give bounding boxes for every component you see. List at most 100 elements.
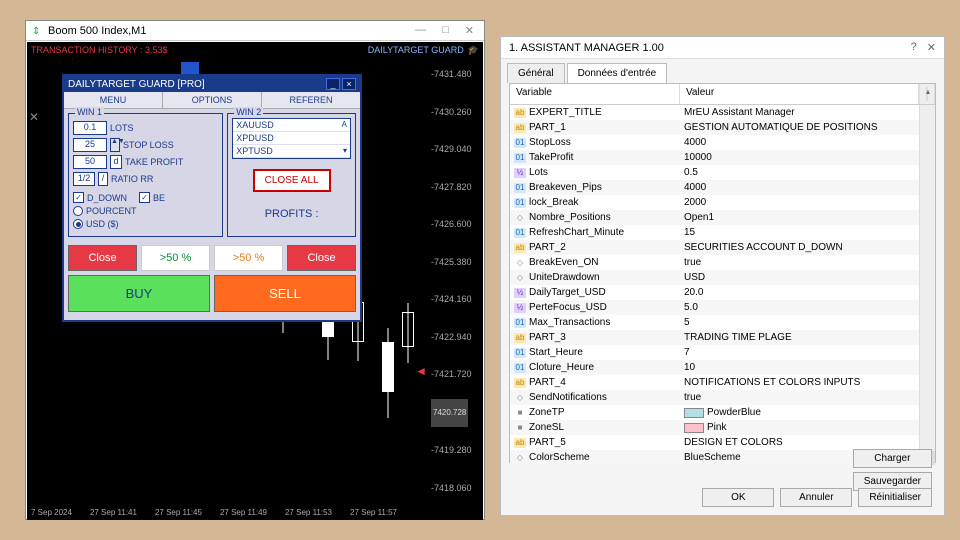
stoploss-stepper[interactable]: ▲▼ — [110, 138, 120, 152]
ratio-input[interactable]: 1/2 — [73, 172, 95, 186]
lots-label: LOTS — [110, 123, 134, 133]
close-button-left[interactable]: Close — [68, 245, 137, 271]
menu-tab[interactable]: MENU — [64, 92, 163, 108]
table-row[interactable]: ½DailyTarget_USD20.0 — [510, 285, 919, 300]
options-tab[interactable]: OPTIONS — [163, 92, 262, 108]
table-row[interactable]: ½PerteFocus_USD5.0 — [510, 300, 919, 315]
param-value[interactable]: 4000 — [684, 182, 706, 193]
close-all-button[interactable]: CLOSE ALL — [253, 169, 331, 192]
win2-fieldset: WIN 2 XAUUSDA XPDUSD XPTUSD▾ CLOSE ALL P… — [227, 113, 356, 237]
gt50-button-1[interactable]: >50 % — [141, 245, 210, 271]
param-value[interactable]: 7 — [684, 347, 690, 358]
col-variable[interactable]: Variable — [510, 84, 680, 104]
buy-button[interactable]: BUY — [68, 275, 210, 312]
param-name: ZoneSL — [529, 422, 564, 433]
tab-general[interactable]: Général — [507, 63, 565, 83]
sell-button[interactable]: SELL — [214, 275, 356, 312]
table-row[interactable]: 01Cloture_Heure10 — [510, 360, 919, 375]
close-assistant-button[interactable]: ✕ — [927, 41, 936, 54]
minimize-button[interactable]: — — [411, 24, 430, 37]
tp-unit[interactable]: d — [110, 155, 122, 169]
table-row[interactable]: abPART_5DESIGN ET COLORS — [510, 435, 919, 450]
guard-label: DAILYTARGET GUARD — [368, 45, 464, 55]
ddown-checkbox[interactable]: ✓ — [73, 192, 84, 203]
panel-close-icon[interactable]: × — [342, 78, 356, 90]
param-value[interactable]: 2000 — [684, 197, 706, 208]
table-row[interactable]: ◇UniteDrawdownUSD — [510, 270, 919, 285]
table-row[interactable]: 01lock_Break2000 — [510, 195, 919, 210]
panel-minimize-icon[interactable]: _ — [326, 78, 340, 90]
param-name: EXPERT_TITLE — [529, 107, 602, 118]
param-value[interactable]: TRADING TIME PLAGE — [684, 332, 792, 343]
param-name: DailyTarget_USD — [529, 287, 606, 298]
param-value[interactable]: Pink — [707, 422, 726, 433]
be-checkbox[interactable]: ✓ — [139, 192, 150, 203]
close-button-right[interactable]: Close — [287, 245, 356, 271]
param-value[interactable]: true — [684, 392, 701, 403]
table-row[interactable]: ◇BreakEven_ONtrue — [510, 255, 919, 270]
takeprofit-input[interactable]: 50 — [73, 155, 107, 169]
table-row[interactable]: 01TakeProfit10000 — [510, 150, 919, 165]
param-value[interactable]: Open1 — [684, 212, 714, 223]
reset-button[interactable]: Réinitialiser — [858, 488, 932, 507]
table-row[interactable]: abPART_1GESTION AUTOMATIQUE DE POSITIONS — [510, 120, 919, 135]
param-value[interactable]: 0.5 — [684, 167, 698, 178]
param-value[interactable]: 10 — [684, 362, 695, 373]
panel-title-bar[interactable]: DAILYTARGET GUARD [PRO] _ × — [64, 76, 360, 92]
dailytarget-panel[interactable]: DAILYTARGET GUARD [PRO] _ × MENU OPTIONS… — [62, 74, 362, 322]
table-row[interactable]: ◇SendNotificationstrue — [510, 390, 919, 405]
param-value[interactable]: PowderBlue — [707, 407, 761, 418]
param-value[interactable]: BlueScheme — [684, 452, 741, 463]
table-row[interactable]: ■ZoneTPPowderBlue — [510, 405, 919, 420]
param-value[interactable]: MrEU Assistant Manager — [684, 107, 795, 118]
table-row[interactable]: 01RefreshChart_Minute15 — [510, 225, 919, 240]
table-row[interactable]: ■ZoneSLPink — [510, 420, 919, 435]
help-button[interactable]: ? — [911, 41, 917, 54]
params-table: Variable Valeur ▴ abEXPERT_TITLEMrEU Ass… — [509, 83, 936, 463]
chart-area[interactable]: TRANSACTION HISTORY : 3.53$ DAILYTARGET … — [27, 42, 483, 520]
reference-tab[interactable]: REFEREN — [262, 92, 360, 108]
maximize-button[interactable]: □ — [438, 24, 453, 37]
assistant-title-bar[interactable]: 1. ASSISTANT MANAGER 1.00 ? ✕ — [501, 37, 944, 59]
param-value[interactable]: SECURITIES ACCOUNT D_DOWN — [684, 242, 843, 253]
col-valeur[interactable]: Valeur — [680, 84, 919, 104]
param-value[interactable]: USD — [684, 272, 705, 283]
param-value[interactable]: DESIGN ET COLORS — [684, 437, 783, 448]
param-value[interactable]: 20.0 — [684, 287, 703, 298]
scroll-up-icon[interactable]: ▴ — [926, 87, 928, 101]
stoploss-input[interactable]: 25 — [73, 138, 107, 152]
pourcent-radio[interactable] — [73, 206, 83, 216]
table-row[interactable]: abPART_3TRADING TIME PLAGE — [510, 330, 919, 345]
table-row[interactable]: abPART_4NOTIFICATIONS ET COLORS INPUTS — [510, 375, 919, 390]
param-value[interactable]: GESTION AUTOMATIQUE DE POSITIONS — [684, 122, 878, 133]
param-value[interactable]: 10000 — [684, 152, 712, 163]
close-window-button[interactable]: ✕ — [461, 24, 478, 37]
gt50-button-2[interactable]: >50 % — [214, 245, 283, 271]
chart-window: Boom 500 Index,M1 — □ ✕ TRANSACTION HIST… — [25, 20, 485, 520]
param-value[interactable]: 5 — [684, 317, 690, 328]
param-name: Breakeven_Pips — [529, 182, 602, 193]
param-value[interactable]: 15 — [684, 227, 695, 238]
param-value[interactable]: NOTIFICATIONS ET COLORS INPUTS — [684, 377, 860, 388]
table-row[interactable]: 01Breakeven_Pips4000 — [510, 180, 919, 195]
cancel-button[interactable]: Annuler — [780, 488, 852, 507]
param-value[interactable]: true — [684, 257, 701, 268]
table-row[interactable]: 01Start_Heure7 — [510, 345, 919, 360]
usd-radio[interactable] — [73, 219, 83, 229]
lots-input[interactable]: 0.1 — [73, 121, 107, 135]
param-value[interactable]: 5.0 — [684, 302, 698, 313]
load-button[interactable]: Charger — [853, 449, 932, 468]
type-icon: 01 — [514, 198, 526, 208]
table-row[interactable]: ½Lots0.5 — [510, 165, 919, 180]
ok-button[interactable]: OK — [702, 488, 774, 507]
chart-title-bar[interactable]: Boom 500 Index,M1 — □ ✕ — [26, 21, 484, 41]
symbol-listbox[interactable]: XAUUSDA XPDUSD XPTUSD▾ — [232, 118, 351, 159]
table-row[interactable]: 01Max_Transactions5 — [510, 315, 919, 330]
table-row[interactable]: 01StopLoss4000 — [510, 135, 919, 150]
table-row[interactable]: abPART_2SECURITIES ACCOUNT D_DOWN — [510, 240, 919, 255]
table-row[interactable]: ◇Nombre_PositionsOpen1 — [510, 210, 919, 225]
param-value[interactable]: 4000 — [684, 137, 706, 148]
table-row[interactable]: abEXPERT_TITLEMrEU Assistant Manager — [510, 105, 919, 120]
tab-input-data[interactable]: Données d'entrée — [567, 63, 668, 83]
table-body[interactable]: abEXPERT_TITLEMrEU Assistant ManagerabPA… — [510, 105, 919, 465]
